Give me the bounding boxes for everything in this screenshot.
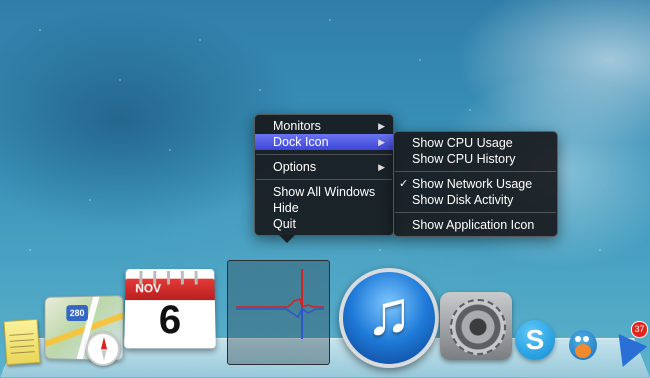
menu-item-label: Show Disk Activity (412, 193, 514, 207)
submenu-arrow-icon: ▶ (378, 137, 385, 147)
submenu-item-show-network-usage[interactable]: ✓ Show Network Usage (394, 176, 557, 192)
submenu-item-show-disk-activity[interactable]: Show Disk Activity (394, 192, 557, 208)
skype-letter: S (525, 324, 545, 355)
highway-shield: 280 (66, 304, 88, 322)
system-preferences-icon[interactable] (440, 292, 512, 360)
menu-item-options[interactable]: Options ▶ (255, 159, 393, 175)
bird-eyes (575, 336, 581, 342)
bird-app-icon[interactable] (565, 322, 601, 362)
stickies-icon[interactable] (3, 318, 41, 366)
activity-monitor-icon[interactable] (227, 260, 330, 365)
graph-red-line (236, 298, 324, 308)
gear-icon (450, 299, 506, 355)
menu-item-label: Show All Windows (273, 185, 376, 199)
skype-icon[interactable]: S (515, 320, 555, 360)
dock-icon-submenu: Show CPU Usage Show CPU History ✓ Show N… (393, 131, 558, 237)
menu-item-label: Options (273, 160, 317, 174)
menu-item-label: Dock Icon (273, 135, 329, 149)
calendar-month: NOV (135, 281, 162, 296)
menu-item-quit[interactable]: Quit (255, 216, 393, 232)
menu-item-hide[interactable]: Hide (255, 200, 393, 216)
calendar-day: 6 (158, 298, 182, 343)
menu-item-label: Monitors (273, 119, 321, 133)
dock-context-menu: Monitors ▶ Dock Icon ▶ Options ▶ Show Al… (254, 114, 394, 243)
menu-item-label: Show Application Icon (412, 218, 535, 232)
menu-item-label: Quit (273, 217, 296, 231)
menu-separator (256, 154, 392, 155)
menu-item-label: Hide (273, 201, 299, 215)
compass-icon (86, 332, 120, 366)
itunes-icon[interactable]: ♫ (339, 268, 439, 368)
menu-item-monitors[interactable]: Monitors ▶ (255, 118, 393, 134)
network-usage-graph (236, 269, 324, 339)
notification-badge: 37 (631, 321, 648, 338)
menu-item-dock-icon[interactable]: Dock Icon ▶ (255, 134, 393, 150)
menu-separator (395, 212, 556, 213)
calendar-icon[interactable]: NOV 6 (124, 269, 216, 349)
menu-separator (395, 171, 556, 172)
bird-belly (575, 344, 591, 358)
submenu-item-show-cpu-usage[interactable]: Show CPU Usage (394, 135, 557, 151)
music-note-icon: ♫ (365, 279, 413, 348)
submenu-arrow-icon: ▶ (378, 162, 385, 172)
submenu-item-show-application-icon[interactable]: Show Application Icon (394, 217, 557, 233)
checkmark-icon: ✓ (399, 178, 409, 190)
submenu-item-show-cpu-history[interactable]: Show CPU History (394, 151, 557, 167)
graph-blue-line (236, 307, 324, 319)
submenu-arrow-icon: ▶ (378, 121, 385, 131)
menu-item-show-all-windows[interactable]: Show All Windows (255, 184, 393, 200)
menu-separator (256, 179, 392, 180)
menu-item-label: Show CPU Usage (412, 136, 513, 150)
menu-item-label: Show Network Usage (412, 177, 533, 191)
note-lines (9, 328, 36, 358)
menu-item-label: Show CPU History (412, 152, 516, 166)
